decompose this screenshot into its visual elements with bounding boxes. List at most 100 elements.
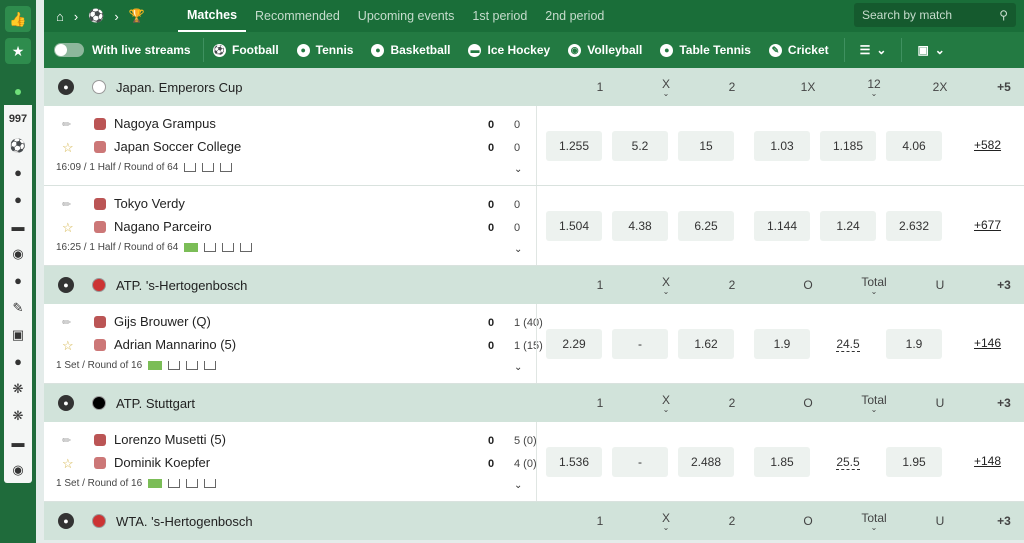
market-column-header[interactable]: X ⌄ [640, 275, 692, 296]
odds-button[interactable]: 1.24 [820, 211, 876, 241]
search-input[interactable]: Search by match ⚲ [854, 3, 1016, 27]
gamepad-icon[interactable]: ▣ [4, 321, 32, 348]
market-column-header[interactable]: 2 [706, 514, 758, 528]
sport-football[interactable]: ⚽ Football [204, 43, 288, 57]
boat-icon[interactable]: ▬ [4, 429, 32, 456]
league-header[interactable]: ● WTA. 's-Hertogenbosch 1 X ⌄ 2 O Total ⌄ U +3 [44, 502, 1024, 540]
market-column-header[interactable]: 2 [706, 278, 758, 292]
odds-button[interactable]: 1.255 [546, 131, 602, 161]
odds-button[interactable]: - [612, 329, 668, 359]
odds-button[interactable]: 15 [678, 131, 734, 161]
cricket-icon[interactable]: ✎ [4, 294, 32, 321]
chevron-down-icon[interactable]: ⌄ [514, 362, 522, 373]
odds-button[interactable]: 1.85 [754, 447, 810, 477]
hockey-icon[interactable]: ▬ [4, 213, 32, 240]
odds-button[interactable]: 5.2 [612, 131, 668, 161]
market-column-header[interactable]: U [914, 396, 966, 410]
more-markets-count[interactable]: +3 [978, 278, 1024, 292]
market-column-header[interactable]: 1 [574, 278, 626, 292]
award-icon[interactable]: ★ [5, 38, 31, 64]
pin-icon[interactable]: ✏ [62, 118, 71, 131]
sport-icon[interactable]: ❋ [4, 375, 32, 402]
pin-icon[interactable]: ✏ [62, 316, 71, 329]
tab-matches[interactable]: Matches [178, 0, 247, 32]
market-column-header[interactable]: Total ⌄ [848, 393, 900, 414]
tab-1st-period[interactable]: 1st period [463, 0, 536, 32]
pin-icon[interactable]: ✏ [62, 434, 71, 447]
chevron-down-icon[interactable]: ⌄ [514, 164, 522, 175]
chevron-down-icon[interactable]: ⌄ [514, 244, 522, 255]
stats-icon[interactable] [184, 163, 197, 172]
market-column-header[interactable]: Total ⌄ [848, 511, 900, 532]
tab-upcoming-events[interactable]: Upcoming events [349, 0, 464, 32]
more-markets-count[interactable]: +3 [978, 514, 1024, 528]
odds-button[interactable]: 2.29 [546, 329, 602, 359]
more-bets-link[interactable]: +148 [974, 454, 1001, 468]
odds-button[interactable]: 1.185 [820, 131, 876, 161]
market-column-header[interactable]: 2 [706, 396, 758, 410]
stats-icon[interactable] [168, 361, 181, 370]
odds-button[interactable]: 1.536 [546, 447, 602, 477]
odds-button[interactable]: 6.25 [678, 211, 734, 241]
search-icon[interactable]: ⚲ [999, 8, 1008, 22]
market-column-header[interactable]: X ⌄ [640, 77, 692, 98]
video-icon[interactable] [148, 479, 163, 488]
match-row[interactable]: ✏ ☆ Nagoya Grampus Japan Soccer College … [44, 106, 1024, 186]
match-row[interactable]: ✏ ☆ Tokyo Verdy Nagano Parceiro 0 0 0 0 … [44, 186, 1024, 266]
market-column-header[interactable]: 12 ⌄ [848, 77, 900, 98]
football-icon[interactable]: ⚽ [4, 132, 32, 159]
more-markets-count[interactable]: +5 [978, 80, 1024, 94]
league-header[interactable]: ● ATP. 's-Hertogenbosch 1 X ⌄ 2 O Total ⌄ U +3 [44, 266, 1024, 304]
list-icon[interactable] [240, 243, 253, 252]
league-header[interactable]: ● Japan. Emperors Cup 1 X ⌄ 2 1X 12 ⌄ 2X +5 [44, 68, 1024, 106]
odds-button[interactable]: 4.06 [886, 131, 942, 161]
video-icon[interactable] [184, 243, 199, 252]
sport-table-tennis[interactable]: ● Table Tennis [651, 43, 760, 57]
chevron-down-icon[interactable]: ⌄ [514, 480, 522, 491]
market-column-header[interactable]: U [914, 514, 966, 528]
market-column-header[interactable]: O [782, 514, 834, 528]
table-tennis-icon[interactable]: ● [4, 267, 32, 294]
market-column-header[interactable]: 1 [574, 396, 626, 410]
list-icon[interactable] [204, 479, 217, 488]
basketball-icon[interactable]: ● [4, 159, 32, 186]
stats-icon[interactable] [204, 243, 217, 252]
odds-button[interactable]: 1.62 [678, 329, 734, 359]
live-count[interactable]: 997 [4, 105, 32, 132]
odds-button[interactable]: 1.504 [546, 211, 602, 241]
toggle-switch[interactable] [54, 43, 84, 57]
market-column-header[interactable]: 2 [706, 80, 758, 94]
esports-menu[interactable]: ▣ ⌄ [908, 43, 953, 57]
market-column-header[interactable]: X ⌄ [640, 393, 692, 414]
football-icon[interactable]: ⚽ [88, 8, 104, 24]
sport-tennis[interactable]: ● Tennis [288, 43, 363, 57]
favorite-star-icon[interactable]: ☆ [62, 456, 74, 472]
market-column-header[interactable]: 2X [914, 80, 966, 94]
video-icon[interactable] [148, 361, 163, 370]
favorite-star-icon[interactable]: ☆ [62, 140, 74, 156]
sport-volleyball[interactable]: ◉ Volleyball [559, 43, 651, 57]
sport-ice-hockey[interactable]: ▬ Ice Hockey [459, 43, 559, 57]
market-column-header[interactable]: U [914, 278, 966, 292]
match-row[interactable]: ✏ ☆ Lorenzo Musetti (5) Dominik Koepfer … [44, 422, 1024, 502]
match-row[interactable]: ✏ ☆ Gijs Brouwer (Q) Adrian Mannarino (5… [44, 304, 1024, 384]
odds-button[interactable]: 1.95 [886, 447, 942, 477]
odds-button[interactable]: 1.144 [754, 211, 810, 241]
market-column-header[interactable]: 1 [574, 80, 626, 94]
volleyball-icon[interactable]: ◉ [4, 240, 32, 267]
tennis-icon[interactable]: ● [4, 348, 32, 375]
market-column-header[interactable]: 1X [782, 80, 834, 94]
league-header[interactable]: ● ATP. Stuttgart 1 X ⌄ 2 O Total ⌄ U +3 [44, 384, 1024, 422]
favorite-star-icon[interactable]: ☆ [62, 220, 74, 236]
sport-basketball[interactable]: ● Basketball [362, 43, 459, 57]
more-bets-link[interactable]: +677 [974, 218, 1001, 232]
market-column-header[interactable]: 1 [574, 514, 626, 528]
market-column-header[interactable]: O [782, 396, 834, 410]
chart-icon[interactable] [202, 163, 215, 172]
tab-recommended[interactable]: Recommended [246, 0, 349, 32]
more-bets-link[interactable]: +582 [974, 138, 1001, 152]
more-bets-link[interactable]: +146 [974, 336, 1001, 350]
live-indicator[interactable] [4, 78, 32, 105]
home-icon[interactable]: ⌂ [56, 9, 64, 24]
stats-icon[interactable] [168, 479, 181, 488]
